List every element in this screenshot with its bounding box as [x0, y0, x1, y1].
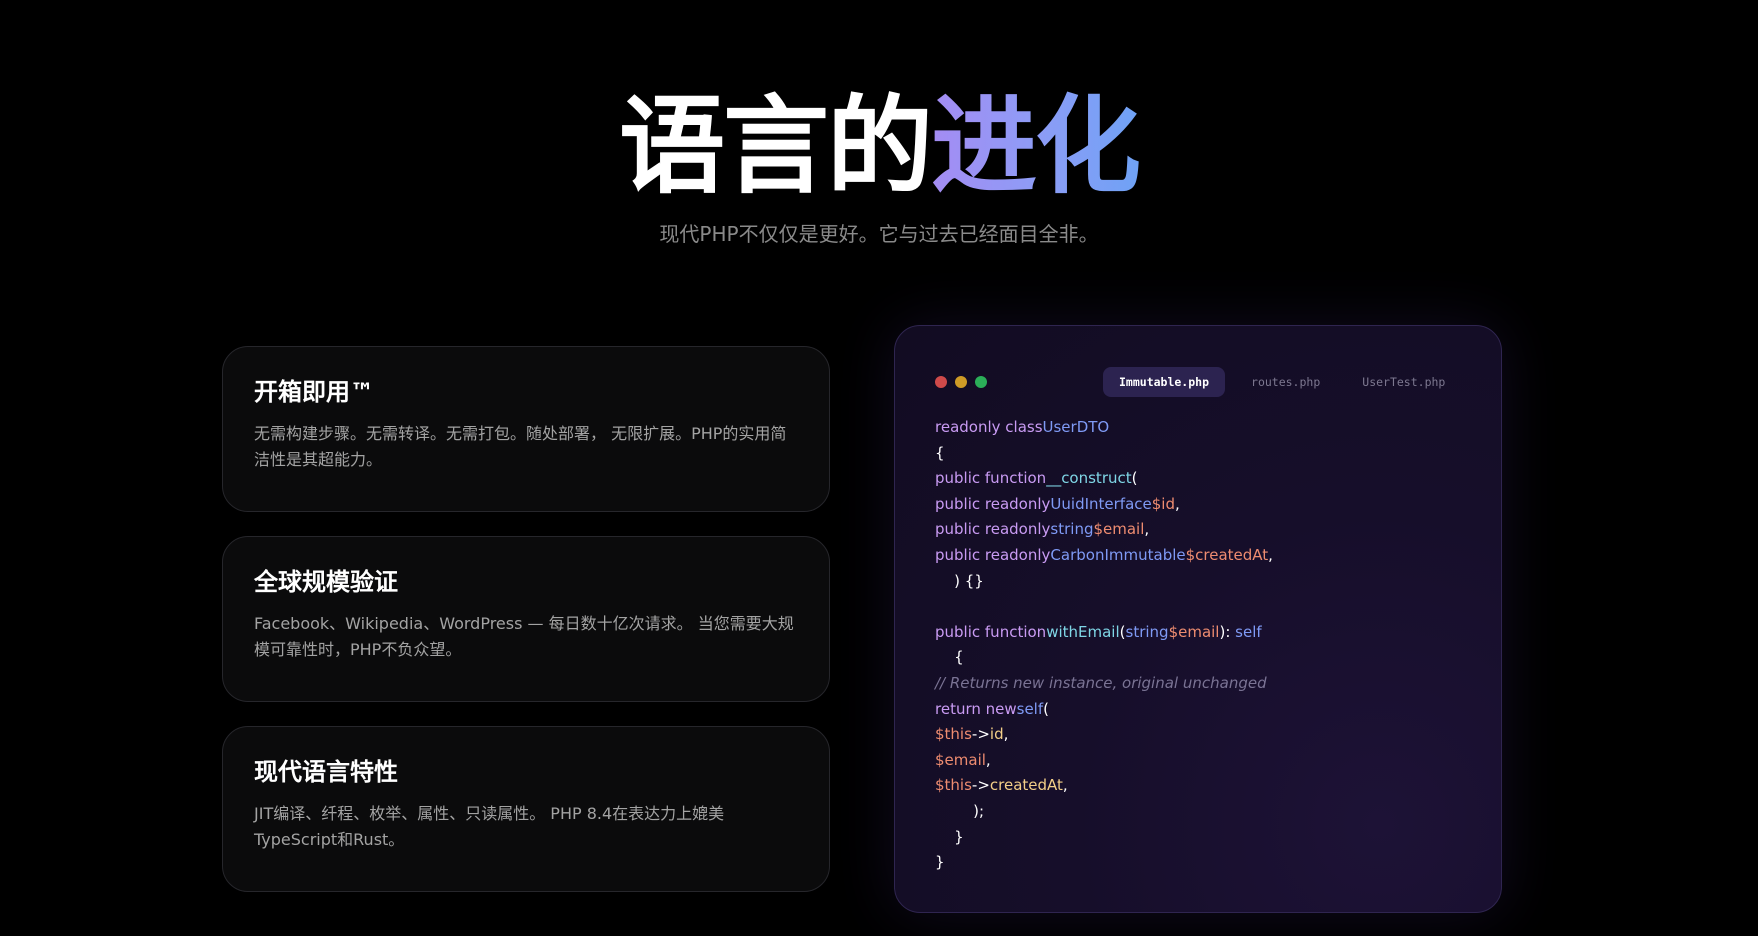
- feature-title: 全球规模验证: [254, 568, 398, 596]
- code-line: $email,: [935, 750, 991, 769]
- feature-title: 现代语言特性: [254, 758, 398, 786]
- page: 语言的进化 现代PHP不仅仅是更好。它与过去已经面目全非。 开箱即用™ 无需构建…: [0, 0, 1758, 936]
- code-line: public readonlyUuidInterface$id,: [935, 494, 1180, 513]
- feature-description: Facebook、Wikipedia、WordPress — 每日数十亿次请求。…: [254, 614, 794, 659]
- tab-routes-php[interactable]: routes.php: [1235, 367, 1336, 397]
- code-line: );: [935, 801, 985, 820]
- feature-card-zero-config: 开箱即用™ 无需构建步骤。无需转译。无需打包。随处部署， 无限扩展。PHP的实用…: [222, 346, 830, 512]
- code-line: $this->createdAt,: [935, 776, 1068, 795]
- code-window: Immutable.php routes.php UserTest.php re…: [894, 325, 1502, 913]
- code-line: public functionwithEmail(string$email): …: [935, 622, 1262, 641]
- code-block: readonly classUserDTO { public function_…: [935, 415, 1471, 876]
- maximize-dot-icon: [975, 376, 987, 388]
- minimize-dot-icon: [955, 376, 967, 388]
- code-line: {: [935, 648, 964, 667]
- code-line: public readonlystring$email,: [935, 520, 1150, 539]
- feature-description: JIT编译、纤程、枚举、属性、只读属性。 PHP 8.4在表达力上媲美TypeS…: [254, 804, 725, 849]
- page-title: 语言的进化: [0, 88, 1758, 206]
- tab-usertest-php[interactable]: UserTest.php: [1346, 367, 1461, 397]
- code-line: readonly classUserDTO: [935, 418, 1110, 436]
- title-plain: 语言的: [619, 85, 933, 208]
- feature-card-global-scale: 全球规模验证 Facebook、Wikipedia、WordPress — 每日…: [222, 536, 830, 702]
- code-line: {: [935, 443, 945, 462]
- code-line: ) {}: [935, 571, 984, 590]
- code-line: }: [935, 853, 945, 872]
- title-accent: 进化: [931, 85, 1141, 208]
- page-subtitle: 现代PHP不仅仅是更好。它与过去已经面目全非。: [659, 222, 1099, 246]
- feature-card-modern-features: 现代语言特性 JIT编译、纤程、枚举、属性、只读属性。 PHP 8.4在表达力上…: [222, 726, 830, 892]
- feature-description: 无需构建步骤。无需转译。无需打包。随处部署， 无限扩展。PHP的实用简洁性是其超…: [254, 424, 787, 469]
- code-line: $this->id,: [935, 725, 1009, 744]
- code-line: public function__construct(: [935, 469, 1138, 488]
- code-line: public readonlyCarbonImmutable$createdAt…: [935, 545, 1273, 564]
- file-tabs: Immutable.php routes.php UserTest.php: [1103, 367, 1461, 397]
- close-dot-icon: [935, 376, 947, 388]
- code-comment: // Returns new instance, original unchan…: [935, 673, 1267, 692]
- code-line: }: [935, 827, 964, 846]
- window-controls: [935, 376, 987, 388]
- code-line: return newself(: [935, 699, 1049, 718]
- tab-immutable-php[interactable]: Immutable.php: [1103, 367, 1226, 397]
- feature-title: 开箱即用™: [254, 378, 374, 406]
